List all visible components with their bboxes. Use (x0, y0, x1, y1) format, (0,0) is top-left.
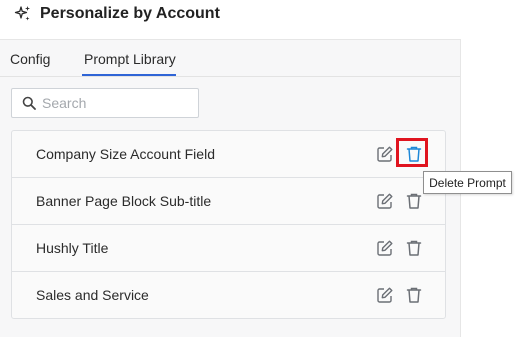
delete-icon[interactable] (405, 286, 423, 304)
delete-tooltip: Delete Prompt (423, 171, 512, 194)
prompt-label: Hushly Title (36, 240, 109, 256)
delete-highlight-box (396, 138, 428, 167)
sparkle-icon (14, 5, 32, 23)
prompt-label: Banner Page Block Sub-title (36, 193, 212, 209)
edit-icon[interactable] (376, 239, 394, 257)
edit-icon[interactable] (376, 145, 394, 163)
delete-icon[interactable] (405, 192, 423, 210)
prompt-label: Sales and Service (36, 287, 149, 303)
active-tab-indicator (82, 74, 176, 76)
tab-config[interactable]: Config (10, 51, 50, 67)
prompt-label: Company Size Account Field (36, 146, 215, 162)
tab-bar: Config Prompt Library (0, 40, 460, 77)
list-item: Company Size Account Field (12, 131, 445, 178)
list-item: Sales and Service (12, 272, 445, 318)
search-input[interactable] (42, 95, 192, 111)
edit-icon[interactable] (376, 192, 394, 210)
tab-prompt-library[interactable]: Prompt Library (84, 51, 176, 67)
page-title: Personalize by Account (40, 5, 220, 22)
prompt-list: Company Size Account Field Banner Page B… (11, 130, 446, 319)
panel-header: Personalize by Account (14, 3, 220, 25)
search-icon (22, 96, 36, 110)
search-box[interactable] (11, 88, 199, 118)
delete-icon[interactable] (405, 239, 423, 257)
edit-icon[interactable] (376, 286, 394, 304)
list-item: Banner Page Block Sub-title (12, 178, 445, 225)
list-item: Hushly Title (12, 225, 445, 272)
